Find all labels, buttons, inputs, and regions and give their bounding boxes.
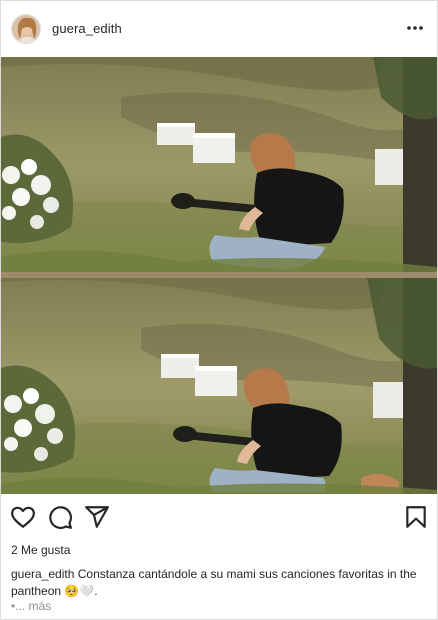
likes-count[interactable]: 2 Me gusta: [11, 543, 70, 557]
action-bar: [1, 501, 437, 531]
instagram-post: guera_edith 2 Me gusta guera_edith Const…: [0, 0, 438, 620]
save-button[interactable]: [403, 504, 429, 530]
photo-frame-bottom: [1, 278, 437, 494]
more-caption-link[interactable]: •... más: [11, 599, 51, 613]
bookmark-icon: [406, 506, 426, 528]
comment-icon: [49, 506, 72, 529]
post-header: guera_edith: [1, 1, 437, 57]
avatar-image: [12, 15, 40, 43]
share-icon: [85, 506, 109, 528]
share-button[interactable]: [84, 504, 110, 530]
caption: guera_edith Constanza cantándole a su ma…: [11, 566, 431, 600]
username[interactable]: guera_edith: [52, 21, 122, 36]
more-options-button[interactable]: [405, 18, 425, 38]
post-photo[interactable]: [1, 57, 437, 494]
caption-username[interactable]: guera_edith: [11, 567, 74, 581]
photo-frame-top: [1, 57, 437, 274]
cemetery-photo: [1, 57, 437, 494]
more-horizontal-icon: [407, 26, 423, 30]
like-button[interactable]: [10, 504, 36, 530]
avatar[interactable]: [11, 14, 41, 44]
heart-icon: [11, 506, 35, 528]
comment-button[interactable]: [47, 504, 73, 530]
